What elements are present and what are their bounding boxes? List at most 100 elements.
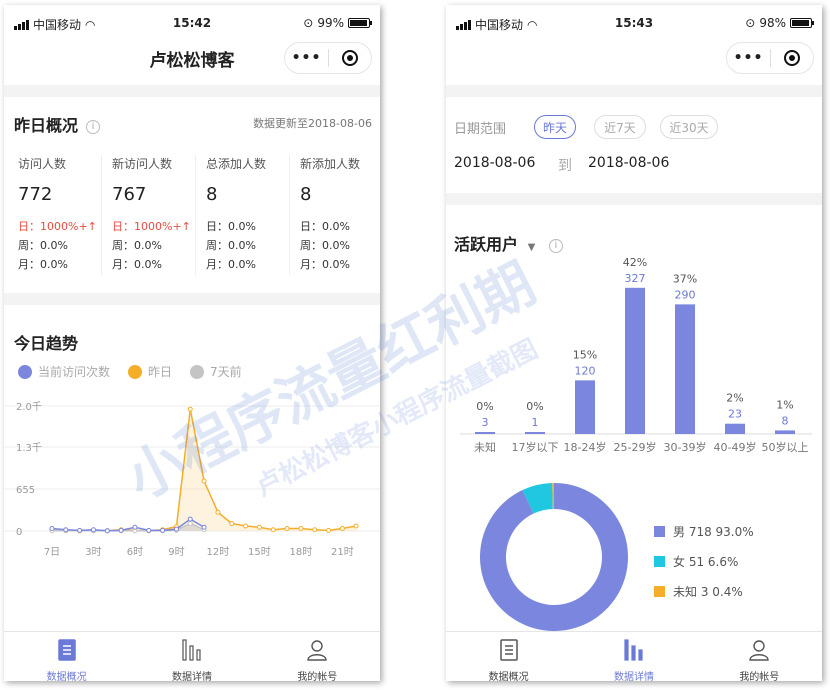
data-point-昨日: [312, 527, 318, 533]
stat-month-change: 月：0.0%: [112, 258, 162, 271]
bar-value-label: 3: [482, 416, 489, 429]
data-point-昨日: [215, 509, 221, 515]
tab-label: 数据详情: [171, 672, 212, 681]
tab-list[interactable]: 数据概况: [4, 632, 129, 681]
tab-label: 我的帐号: [739, 672, 780, 681]
tab-list[interactable]: 数据概况: [446, 632, 571, 681]
stat-card: 新添加人数 8 日：0.0% 周：0.0% 月：0.0%: [290, 155, 380, 275]
data-point-当前访问次数: [104, 528, 110, 534]
range-option[interactable]: 昨天: [534, 115, 576, 139]
legend-label: 男 718 93.0%: [673, 525, 754, 539]
close-miniprogram-button[interactable]: [771, 50, 813, 66]
nav-bar: 卢松松博客 •••: [4, 35, 380, 81]
orientation-lock-icon: ⊙: [745, 16, 756, 30]
bar: [575, 380, 595, 434]
bar-value-label: 120: [575, 364, 596, 377]
tab-label: 数据概况: [488, 672, 529, 681]
info-icon[interactable]: i: [86, 119, 101, 134]
legend-dot: [128, 364, 143, 379]
tab-label: 我的帐号: [297, 672, 338, 681]
stat-value: 772: [18, 184, 53, 205]
info-icon[interactable]: i: [548, 238, 563, 253]
bar: [725, 423, 745, 434]
data-point-当前访问次数: [63, 527, 69, 533]
x-tick-label: 7日: [44, 547, 60, 558]
tab-bar-chart[interactable]: 数据详情: [571, 632, 696, 681]
bar-percent-label: 0%: [476, 400, 493, 413]
trend-legend: 当前访问次数 昨日 7天前: [18, 363, 242, 380]
more-icon[interactable]: •••: [285, 50, 328, 66]
active-users-title[interactable]: 活跃用户 ▼ i: [454, 231, 563, 255]
trend-title: 今日趋势: [14, 334, 79, 353]
close-miniprogram-button[interactable]: [329, 50, 371, 66]
more-icon[interactable]: •••: [727, 50, 770, 66]
legend-item[interactable]: 昨日: [128, 363, 172, 380]
legend-label: 7天前: [210, 365, 242, 379]
x-tick-label: 21时: [331, 546, 354, 558]
bar-chart-icon: [180, 638, 204, 665]
stat-card: 总添加人数 8 日：0.0% 周：0.0% 月：0.0%: [196, 155, 290, 275]
battery-percent: 98%: [759, 16, 786, 30]
data-point-当前访问次数: [146, 527, 152, 533]
bar-value-label: 327: [625, 272, 646, 285]
stat-value: 8: [300, 184, 312, 205]
data-point-昨日: [187, 406, 193, 412]
tab-user[interactable]: 我的帐号: [697, 632, 822, 681]
legend-item[interactable]: 当前访问次数: [18, 363, 110, 380]
update-time: 数据更新至2018-08-06: [253, 117, 372, 130]
stat-label: 新添加人数: [300, 157, 361, 171]
range-option[interactable]: 近7天: [594, 115, 646, 139]
data-point-当前访问次数: [173, 526, 179, 532]
bar-percent-label: 0%: [526, 400, 543, 413]
bar-value-label: 23: [728, 408, 742, 421]
tab-bar: 数据概况 数据详情 我的帐号: [446, 631, 822, 681]
legend-dot: [18, 364, 32, 379]
pie-legend-item: 男 718 93.0%: [654, 523, 754, 540]
list-icon: [497, 638, 521, 665]
stat-day-change: 日：1000%+↑: [18, 220, 97, 233]
data-point-昨日: [256, 524, 262, 530]
data-point-昨日: [284, 526, 290, 531]
stat-week-change: 周：0.0%: [300, 239, 350, 252]
y-tick-label: 2.0千: [16, 401, 42, 413]
stat-week-change: 周：0.0%: [18, 239, 68, 252]
pie-legend-item: 女 51 6.6%: [654, 553, 738, 570]
category-label: 40-49岁: [714, 440, 757, 454]
range-option[interactable]: 近30天: [660, 115, 718, 139]
category-label: 17岁以下: [512, 440, 559, 454]
data-point-当前访问次数: [49, 526, 55, 531]
tab-bar: 数据概况 数据详情 我的帐号: [4, 631, 380, 681]
stat-day-change: 日：0.0%: [300, 220, 350, 233]
category-label: 18-24岁: [564, 440, 607, 454]
data-point-昨日: [298, 526, 304, 531]
bar-percent-label: 37%: [673, 272, 697, 285]
bar: [475, 432, 495, 434]
overview-title: 昨日概况 i: [14, 112, 101, 136]
battery-percent: 99%: [317, 16, 344, 30]
tab-user[interactable]: 我的帐号: [255, 632, 380, 681]
stat-month-change: 月：0.0%: [18, 258, 68, 271]
stat-card: 访问人数 772 日：1000%+↑ 周：0.0% 月：0.0%: [8, 155, 102, 275]
stat-label: 访问人数: [18, 157, 67, 171]
gender-donut-chart: [480, 483, 628, 631]
legend-label: 未知 3 0.4%: [673, 585, 743, 599]
start-date[interactable]: 2018-08-06: [454, 155, 535, 171]
divider: [4, 85, 380, 97]
y-tick-label: 1.3千: [16, 442, 42, 454]
end-date[interactable]: 2018-08-06: [588, 155, 669, 171]
data-point-昨日: [243, 523, 249, 529]
user-icon: [305, 638, 329, 665]
category-label: 30-39岁: [664, 440, 707, 454]
tab-label: 数据概况: [46, 672, 87, 681]
legend-item[interactable]: 7天前: [190, 363, 242, 380]
legend-label: 当前访问次数: [38, 365, 111, 379]
left-phone-screen: 中国移动 ◠ 15:42 ⊙ 99% 卢松松博客 ••• 昨日概况 i 数据更新至…: [4, 5, 380, 681]
stat-value: 767: [112, 184, 147, 205]
legend-label: 昨日: [148, 365, 173, 379]
dropdown-caret-icon[interactable]: ▼: [528, 242, 536, 253]
tab-bar-chart[interactable]: 数据详情: [129, 632, 254, 681]
stat-month-change: 月：0.0%: [206, 258, 256, 271]
legend-dot: [190, 364, 205, 379]
bar: [625, 287, 645, 434]
x-tick-label: 12时: [207, 546, 230, 558]
